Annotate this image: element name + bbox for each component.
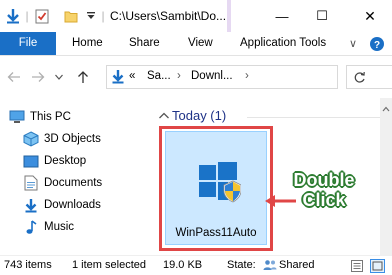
group-title: Today (1) <box>172 108 227 123</box>
help-icon[interactable]: ? <box>366 32 388 55</box>
breadcrumb-sambit[interactable]: Sa... <box>147 70 171 82</box>
navigation-pane: This PC 3D Objects Desktop Documents Dow… <box>0 98 152 255</box>
status-items-count: 743 items <box>4 259 52 271</box>
shared-icon <box>263 259 277 274</box>
group-divider <box>247 117 382 118</box>
forward-arrow-icon[interactable] <box>28 56 48 98</box>
nav-item-label: Music <box>44 221 75 233</box>
annotation-line-2: Click <box>302 190 346 210</box>
chevron-up-icon <box>159 112 169 119</box>
nav-item-desktop[interactable]: Desktop <box>0 150 152 172</box>
desktop-icon <box>20 150 42 172</box>
nav-item-downloads[interactable]: Downloads <box>0 194 152 216</box>
nav-item-this-pc[interactable]: This PC <box>0 106 152 128</box>
properties-check-icon[interactable] <box>32 0 52 32</box>
status-bar: 743 items 1 item selected 19.0 KB State:… <box>0 255 392 275</box>
scroll-up-icon <box>382 106 390 112</box>
downloads-location-icon <box>112 69 124 87</box>
nav-item-label: Desktop <box>44 155 87 167</box>
minimize-button[interactable]: — <box>262 0 302 32</box>
nav-item-label: Downloads <box>44 199 101 211</box>
large-icons-view-icon[interactable] <box>370 259 385 273</box>
vertical-scrollbar[interactable] <box>380 98 392 255</box>
status-state-value: Shared <box>279 259 315 271</box>
nav-item-label: This PC <box>30 111 71 123</box>
ribbon-expand-icon[interactable]: ∨ <box>342 32 364 55</box>
title-bar: | | C:\Users\Sambit\Do... — ☐ ✕ <box>0 0 392 32</box>
title-accent-strip <box>227 0 231 32</box>
nav-item-label: Documents <box>44 177 103 189</box>
music-icon <box>20 216 42 238</box>
ribbon-tabs: File Home Share View Application Tools ∨… <box>0 32 392 56</box>
refresh-icon[interactable] <box>353 71 366 87</box>
breadcrumb-downloads[interactable]: Downl... <box>191 70 233 82</box>
double-click-annotation: Double Click <box>289 170 359 210</box>
3d-objects-icon <box>20 128 42 150</box>
status-state-label: State: <box>227 259 256 271</box>
nav-item-music[interactable]: Music <box>0 216 152 238</box>
downloads-icon <box>20 194 42 216</box>
address-row: « Sa... › Downl... › <box>0 56 392 98</box>
nav-item-documents[interactable]: Documents <box>0 172 152 194</box>
status-size: 19.0 KB <box>163 259 203 271</box>
address-bar[interactable]: « Sa... › Downl... › <box>106 65 338 89</box>
pc-icon <box>6 106 28 128</box>
down-arrow-icon[interactable] <box>4 0 22 32</box>
tab-share[interactable]: Share <box>129 32 160 55</box>
tab-view[interactable]: View <box>188 32 213 55</box>
back-arrow-icon[interactable] <box>4 56 24 98</box>
breadcrumb-separator[interactable]: › <box>245 70 249 82</box>
nav-item-3d-objects[interactable]: 3D Objects <box>0 128 152 150</box>
window-title: C:\Users\Sambit\Do... <box>110 9 227 23</box>
title-separator: | <box>101 9 105 23</box>
status-selection: 1 item selected <box>72 259 146 271</box>
breadcrumb-separator[interactable]: › <box>177 70 181 82</box>
details-view-icon[interactable] <box>351 260 363 275</box>
nav-item-label: 3D Objects <box>44 133 101 145</box>
tab-application-tools[interactable]: Application Tools <box>240 32 326 55</box>
quick-access-separator: | <box>25 9 29 23</box>
tab-home[interactable]: Home <box>72 32 103 55</box>
close-button[interactable]: ✕ <box>348 0 392 32</box>
recent-locations-icon[interactable] <box>52 56 66 98</box>
documents-icon <box>20 172 42 194</box>
customize-dropdown-icon[interactable] <box>86 0 96 32</box>
new-folder-icon[interactable] <box>62 0 80 32</box>
up-arrow-icon[interactable] <box>72 56 94 98</box>
maximize-button[interactable]: ☐ <box>302 0 342 32</box>
annotation-line-1: Double <box>293 170 355 190</box>
breadcrumb-overflow[interactable]: « <box>129 70 135 82</box>
search-input[interactable] <box>346 65 392 89</box>
tab-file[interactable]: File <box>0 32 56 55</box>
highlight-box <box>159 126 273 251</box>
help-glyph: ? <box>374 40 380 51</box>
